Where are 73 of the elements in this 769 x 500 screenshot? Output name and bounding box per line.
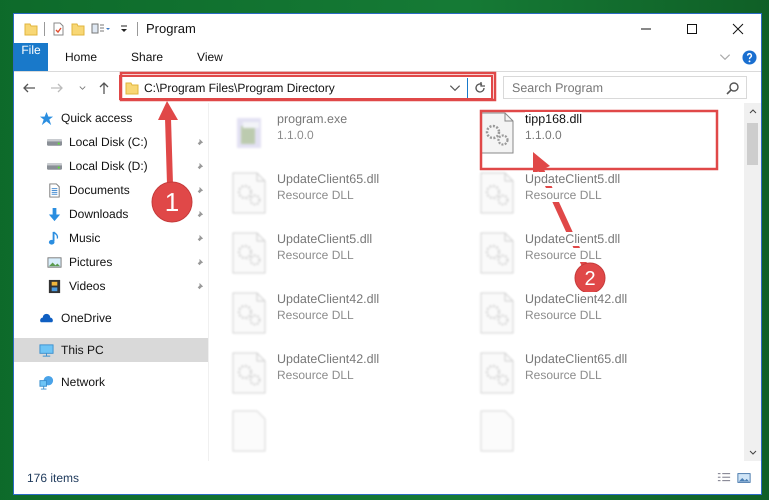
sidebar-label: Downloads (69, 207, 128, 221)
view-icon[interactable] (91, 22, 111, 36)
properties-icon[interactable] (51, 22, 65, 36)
large-icons-view-icon[interactable] (737, 470, 751, 484)
sidebar-label: Network (61, 375, 106, 389)
sidebar-label: Music (69, 231, 100, 245)
search-icon (726, 81, 740, 95)
file-name[interactable]: UpdateClient5.dll (525, 232, 620, 246)
help-icon[interactable] (742, 50, 757, 64)
film-icon (47, 278, 62, 294)
sidebar-item[interactable]: OneDrive (14, 306, 208, 330)
gear-file-icon (479, 172, 515, 214)
pin-icon[interactable] (195, 234, 204, 242)
file-name[interactable]: UpdateClient42.dll (277, 352, 380, 366)
sidebar-label: Quick access (61, 111, 132, 125)
sidebar-item[interactable]: Pictures (14, 250, 208, 274)
sidebar-item[interactable]: Music (14, 226, 208, 250)
ribbon-tab[interactable]: Home (48, 43, 114, 71)
network-icon (39, 374, 54, 390)
address-field[interactable]: C:\Program Files\Program Directory (119, 75, 493, 100)
gear-file-icon (231, 172, 267, 214)
sidebar-label: Local Disk (C:) (69, 135, 148, 149)
sidebar-item[interactable]: Videos (14, 274, 208, 298)
pin-icon[interactable] (195, 186, 204, 194)
drive-icon (47, 162, 62, 170)
file-name[interactable]: UpdateClient65.dll (277, 172, 380, 186)
sidebar-item[interactable]: Quick access (14, 106, 208, 130)
sidebar-item[interactable]: Local Disk (D:) (14, 154, 208, 178)
picture-icon (47, 254, 62, 270)
sidebar-label: Pictures (69, 255, 112, 269)
sidebar-label: OneDrive (61, 311, 112, 325)
step-badge: 2 (574, 262, 606, 294)
sidebar-label: Local Disk (D:) (69, 159, 148, 173)
star-icon (39, 110, 54, 126)
search-field[interactable]: Search Program (503, 76, 747, 99)
drive-icon (47, 138, 62, 146)
pin-icon[interactable] (195, 258, 204, 266)
ribbon-tab[interactable]: Share (114, 43, 180, 71)
file-name[interactable]: UpdateClient5.dll (525, 172, 620, 186)
gear-file-icon (479, 232, 515, 274)
ribbon-tab[interactable]: View (180, 43, 240, 71)
refresh-icon[interactable] (473, 80, 487, 94)
step-badge: 1 (152, 182, 192, 222)
sidebar-label: Videos (69, 279, 106, 293)
up-arrow-icon[interactable] (97, 80, 111, 94)
gear-file-icon (231, 352, 267, 394)
scrollbar[interactable] (744, 103, 761, 461)
monitor-icon (39, 342, 54, 358)
gear-file-icon (231, 232, 267, 274)
gear-file-icon (479, 292, 515, 334)
scrollbar-thumb[interactable] (747, 123, 758, 165)
sidebar-item[interactable]: This PC (14, 338, 208, 362)
item-count: 176 items (27, 470, 80, 484)
pin-icon[interactable] (195, 162, 204, 170)
pin-icon[interactable] (195, 138, 204, 146)
file-name[interactable]: UpdateClient42.dll (525, 292, 628, 306)
document-icon (47, 182, 62, 198)
file-name[interactable]: tipp168.dll (525, 112, 582, 126)
file-name[interactable]: UpdateClient65.dll (525, 352, 628, 366)
gear-file-icon (479, 352, 515, 394)
pin-icon[interactable] (195, 282, 204, 290)
file-name[interactable]: UpdateClient5.dll (277, 232, 372, 246)
sidebar-label: This PC (61, 343, 104, 357)
back-arrow-icon[interactable] (22, 80, 36, 94)
folder-icon (125, 80, 139, 94)
sidebar-item[interactable]: Local Disk (C:) (14, 130, 208, 154)
file-name[interactable]: UpdateClient42.dll (277, 292, 380, 306)
sidebar-label: Documents (69, 183, 130, 197)
down-arrow-icon (47, 206, 62, 222)
pin-icon[interactable] (195, 210, 204, 218)
window-title: Program (146, 21, 196, 36)
gear-file-icon (231, 292, 267, 334)
sidebar-item[interactable]: Network (14, 370, 208, 394)
